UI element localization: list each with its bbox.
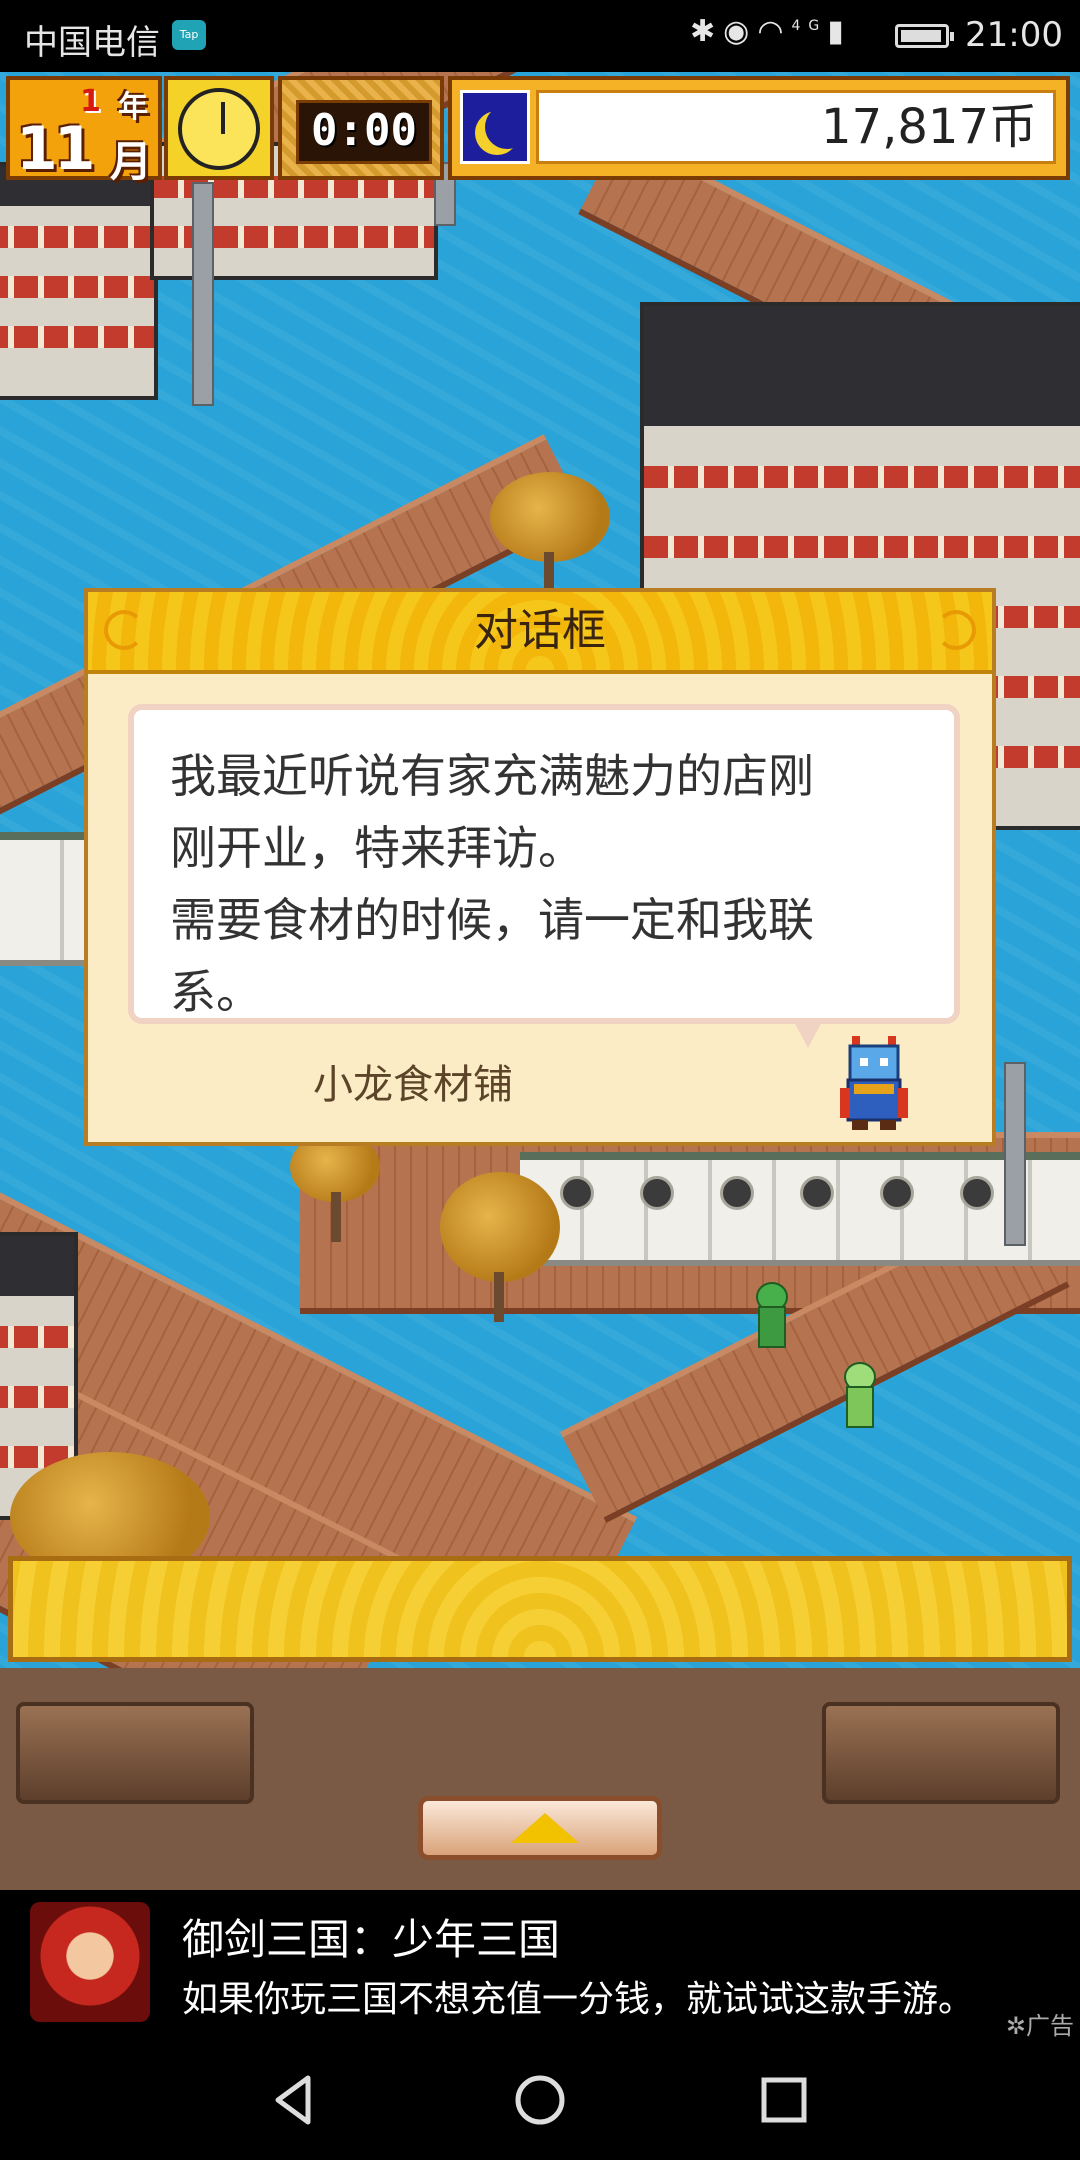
year-label: 年 <box>118 90 148 125</box>
back-button[interactable] <box>268 2072 324 2128</box>
status-icons: ✱◉◠4G▮ <box>690 14 852 49</box>
calendar-date[interactable]: 1 年 11 月 <box>6 76 162 186</box>
speaker-name: 小龙食材铺 <box>313 1062 513 1108</box>
tree <box>440 1172 560 1322</box>
recents-button[interactable] <box>756 2072 812 2128</box>
speech-bubble: 我最近听说有家充满魅力的店刚 刚开业，特来拜访。 需要食材的时候，请一定和我联 … <box>128 704 960 1048</box>
ad-label-text: 广告 <box>1026 2012 1074 2040</box>
left-menu-button[interactable] <box>16 1702 254 1804</box>
navigation-bar <box>0 2038 1080 2160</box>
home-button[interactable] <box>512 2072 568 2128</box>
dialog-title: 对话框 <box>474 605 606 656</box>
tap-app-icon: Tap <box>172 20 206 50</box>
bubble-tail <box>794 1022 822 1048</box>
signal-icon: ▮ <box>827 14 852 49</box>
expand-menu-button[interactable] <box>418 1796 662 1860</box>
customer-character[interactable] <box>840 1362 876 1428</box>
eye-icon: ◉ <box>723 14 758 49</box>
dragon-merchant-icon <box>840 1036 908 1130</box>
dialog-box[interactable]: 对话框 我最近听说有家充满魅力的店刚 刚开业，特来拜访。 需要食材的时候，请一定… <box>84 588 996 1146</box>
swirl-ornament-icon <box>936 610 976 650</box>
carrier-name: 中国电信 <box>24 23 160 63</box>
ad-banner[interactable]: 御剑三国：少年三国 如果你玩三国不想充值一分钱，就试试这款手游。 ✲广告 <box>0 1890 1080 2041</box>
up-arrow-icon <box>511 1813 579 1843</box>
ad-gear-icon: ✲ <box>1005 2012 1026 2040</box>
lamp-post <box>192 182 214 406</box>
swirl-ornament-icon <box>104 610 144 650</box>
message-line: 系。 <box>170 965 262 1019</box>
customer-character[interactable] <box>752 1282 788 1348</box>
message-line: 刚开业，特来拜访。 <box>170 821 584 875</box>
ad-label: ✲广告 <box>1006 2006 1074 2041</box>
home-circle-icon <box>515 2075 565 2125</box>
wifi-icon: ◠ <box>757 14 792 49</box>
message-line: 我最近听说有家充满魅力的店刚 <box>170 749 814 803</box>
lamp-post <box>1004 1062 1026 1246</box>
money-panel: 17,817币 <box>448 76 1070 180</box>
courtyard-wall <box>0 832 90 966</box>
recents-square-icon <box>761 2077 807 2123</box>
control-panel <box>0 1668 1080 1890</box>
status-bar: 中国电信 Tap ✱◉◠4G▮ 21:00 <box>0 0 1080 72</box>
game-hud: 1 年 11 月 0:00 17,817币 <box>0 72 1080 186</box>
ad-title[interactable]: 御剑三国：少年三国 <box>182 1906 560 1967</box>
time-display: 0:00 <box>296 100 432 164</box>
game-time: 0:00 <box>278 76 444 180</box>
clock-icon <box>164 76 274 180</box>
message-bar[interactable] <box>8 1556 1072 1662</box>
right-menu-button[interactable] <box>822 1702 1060 1804</box>
tree <box>490 472 610 602</box>
back-triangle-icon <box>275 2075 311 2125</box>
moon-icon <box>460 90 530 164</box>
ad-description[interactable]: 如果你玩三国不想充值一分钱，就试试这款手游。 <box>182 1970 974 2022</box>
ad-game-icon[interactable] <box>30 1902 150 2022</box>
battery-icon <box>895 24 954 48</box>
coin-balance: 17,817币 <box>536 90 1056 164</box>
building <box>0 162 158 400</box>
dialog-title-bar: 对话框 <box>88 592 992 674</box>
courtyard-wall <box>520 1152 1080 1266</box>
network-type: 4G <box>791 18 828 34</box>
month-number: 11 <box>16 114 95 184</box>
bluetooth-icon: ✱ <box>690 14 724 49</box>
status-time: 21:00 <box>965 15 1063 55</box>
month-label: 月 <box>110 137 153 186</box>
message-line: 需要食材的时候，请一定和我联 <box>170 893 814 947</box>
